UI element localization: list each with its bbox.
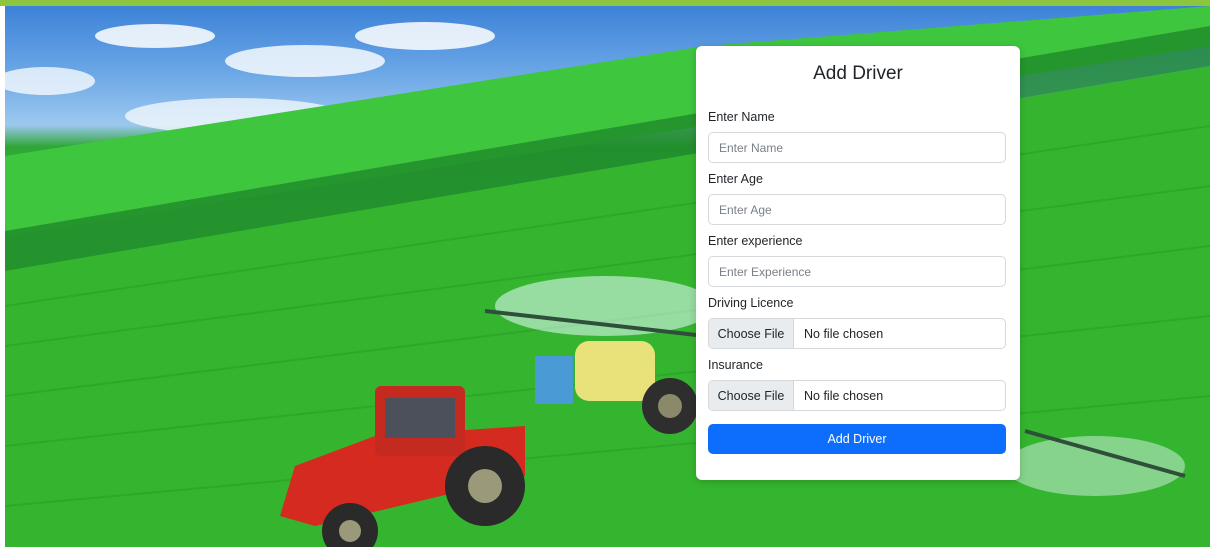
driving-licence-label: Driving Licence	[708, 296, 794, 310]
farm-scene-illustration	[5, 6, 1210, 547]
experience-input[interactable]	[708, 256, 1006, 287]
age-label: Enter Age	[708, 172, 763, 186]
insurance-choose-file-button[interactable]: Choose File	[709, 381, 794, 410]
add-driver-button[interactable]: Add Driver	[708, 424, 1006, 454]
form-title: Add Driver	[813, 63, 903, 84]
background-farm-image	[5, 6, 1210, 547]
licence-file-status: No file chosen	[804, 326, 884, 341]
experience-label: Enter experience	[708, 234, 803, 248]
driving-licence-file-input[interactable]: Choose File No file chosen	[708, 318, 1006, 349]
name-input[interactable]	[708, 132, 1006, 163]
add-driver-form-card: Add Driver Enter Name Enter Age Enter ex…	[696, 46, 1020, 480]
insurance-file-input[interactable]: Choose File No file chosen	[708, 380, 1006, 411]
name-label: Enter Name	[708, 110, 775, 124]
insurance-label: Insurance	[708, 358, 763, 372]
licence-choose-file-button[interactable]: Choose File	[709, 319, 794, 348]
insurance-file-status: No file chosen	[804, 388, 884, 403]
age-input[interactable]	[708, 194, 1006, 225]
